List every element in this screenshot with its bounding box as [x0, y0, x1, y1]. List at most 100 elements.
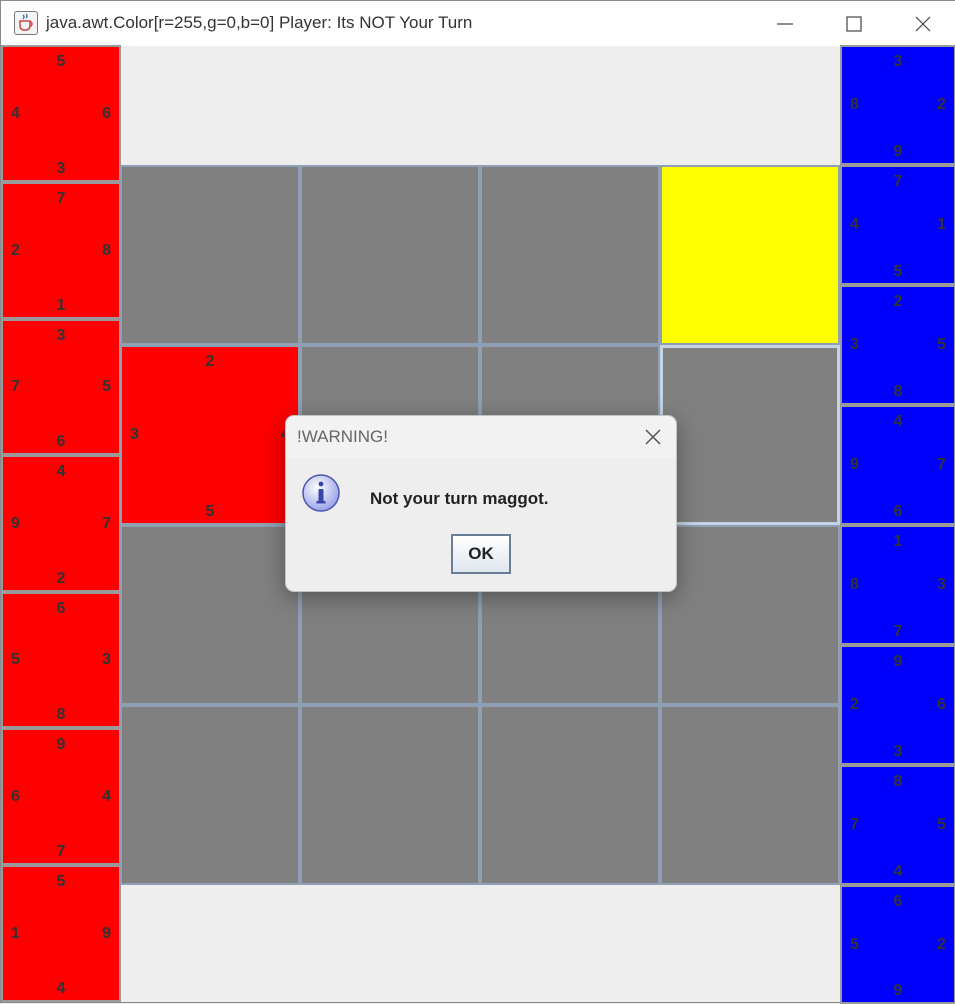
card-right-value: 8: [102, 241, 111, 259]
red-hand-card[interactable]: 6 5 3 8: [1, 592, 121, 728]
card-top-value: 8: [893, 773, 903, 790]
red-hand-card[interactable]: 5 1 9 4: [1, 865, 121, 1002]
card-left-value: 3: [130, 426, 139, 443]
card-right-value: 3: [102, 651, 111, 668]
card-right-value: 6: [937, 696, 946, 713]
blue-hand-card[interactable]: 7 4 1 5: [840, 165, 955, 285]
blue-hand-card[interactable]: 4 9 7 6: [840, 405, 955, 525]
card-top-value: 6: [56, 600, 66, 617]
card-left-value: 6: [11, 787, 20, 805]
card-top-value: 7: [893, 173, 903, 190]
card-top-value: 4: [56, 463, 66, 480]
card-bottom-value: 6: [56, 433, 66, 450]
card-bottom-value: 6: [893, 503, 903, 520]
board-cell-highlighted[interactable]: [660, 165, 840, 345]
card-right-value: 4: [102, 787, 111, 805]
card-right-value: 5: [102, 378, 111, 395]
close-button[interactable]: [888, 1, 955, 46]
board-cell[interactable]: [300, 165, 480, 345]
blue-hand-card[interactable]: 3 8 2 9: [840, 45, 955, 165]
card-top-value: 2: [893, 293, 903, 310]
card-right-value: 5: [937, 336, 946, 353]
card-left-value: 7: [850, 816, 859, 833]
red-hand-card[interactable]: 7 2 8 1: [1, 182, 121, 319]
card-bottom-value: 2: [56, 570, 66, 587]
title-bar[interactable]: java.awt.Color[r=255,g=0,b=0] Player: It…: [1, 1, 955, 46]
board-cell[interactable]: [300, 705, 480, 885]
card-left-value: 2: [850, 696, 859, 713]
card-bottom-value: 4: [893, 863, 903, 880]
card-right-value: 2: [937, 935, 946, 953]
card-left-value: 5: [850, 935, 859, 953]
card-top-value: 6: [893, 893, 903, 910]
blue-hand-card[interactable]: 8 7 5 4: [840, 765, 955, 885]
java-cup-icon: [14, 11, 38, 35]
card-left-value: 9: [850, 456, 859, 473]
info-icon: [302, 474, 340, 512]
card-bottom-value: 1: [56, 297, 66, 314]
game-window: java.awt.Color[r=255,g=0,b=0] Player: It…: [0, 0, 955, 1004]
board-cell[interactable]: [660, 705, 840, 885]
card-right-value: 6: [102, 104, 111, 122]
maximize-button[interactable]: [819, 1, 889, 46]
card-top-value: 3: [893, 53, 903, 70]
board-cell[interactable]: [660, 525, 840, 705]
card-top-value: 1: [893, 533, 903, 550]
card-bottom-value: 8: [56, 706, 66, 723]
dialog-message: Not your turn maggot.: [370, 489, 549, 508]
close-icon[interactable]: [642, 426, 664, 448]
dialog-title: !WARNING!: [297, 427, 388, 446]
card-left-value: 9: [11, 514, 20, 532]
card-right-value: 7: [937, 456, 946, 473]
blue-hand-card[interactable]: 9 2 6 3: [840, 645, 955, 765]
blue-hand-card[interactable]: 1 8 3 7: [840, 525, 955, 645]
board-cell[interactable]: [480, 705, 660, 885]
card-bottom-value: 5: [893, 263, 903, 280]
card-top-value: 7: [56, 190, 66, 207]
card-left-value: 1: [11, 924, 20, 942]
card-left-value: 8: [850, 576, 859, 593]
card-top-value: 5: [56, 53, 66, 70]
card-top-value: 9: [893, 653, 903, 670]
card-top-value: 2: [205, 353, 215, 370]
blue-hand-card[interactable]: 2 3 5 8: [840, 285, 955, 405]
card-bottom-value: 7: [56, 843, 66, 860]
card-right-value: 3: [937, 576, 946, 593]
red-hand-card[interactable]: 9 6 4 7: [1, 728, 121, 865]
card-right-value: 7: [102, 514, 111, 532]
card-left-value: 4: [11, 104, 20, 122]
ok-button[interactable]: OK: [451, 534, 511, 574]
board-cell-red-card[interactable]: 2 3 4 5: [120, 345, 300, 525]
card-left-value: 4: [850, 216, 859, 233]
board-cell-selected[interactable]: [660, 345, 840, 525]
red-hand-card[interactable]: 5 4 6 3: [1, 45, 121, 182]
maximize-icon: [846, 15, 862, 32]
board-cell[interactable]: [120, 705, 300, 885]
card-top-value: 5: [56, 873, 66, 890]
board-cell[interactable]: [120, 165, 300, 345]
card-bottom-value: 3: [893, 743, 903, 760]
card-bottom-value: 8: [893, 383, 903, 400]
window-title: java.awt.Color[r=255,g=0,b=0] Player: It…: [46, 13, 473, 32]
red-hand-card[interactable]: 3 7 5 6: [1, 319, 121, 455]
card-bottom-value: 9: [893, 982, 903, 999]
close-icon: [915, 16, 931, 31]
card-left-value: 5: [11, 651, 20, 668]
minimize-button[interactable]: [750, 1, 820, 46]
board-cell[interactable]: [120, 525, 300, 705]
card-top-value: 9: [56, 736, 66, 753]
blue-hand-card[interactable]: 6 5 2 9: [840, 885, 955, 1004]
card-bottom-value: 7: [893, 623, 903, 640]
card-bottom-value: 3: [56, 160, 66, 177]
card-bottom-value: 5: [205, 503, 215, 520]
card-bottom-value: 4: [56, 980, 66, 997]
card-top-value: 3: [56, 327, 66, 344]
warning-dialog: !WARNING! Not your turn maggot. OK: [285, 415, 677, 592]
card-bottom-value: 9: [893, 143, 903, 160]
dialog-title-bar[interactable]: !WARNING!: [286, 416, 676, 458]
board-cell[interactable]: [480, 165, 660, 345]
card-right-value: 2: [937, 96, 946, 113]
card-right-value: 9: [102, 924, 111, 942]
card-left-value: 7: [11, 378, 20, 395]
red-hand-card[interactable]: 4 9 7 2: [1, 455, 121, 592]
